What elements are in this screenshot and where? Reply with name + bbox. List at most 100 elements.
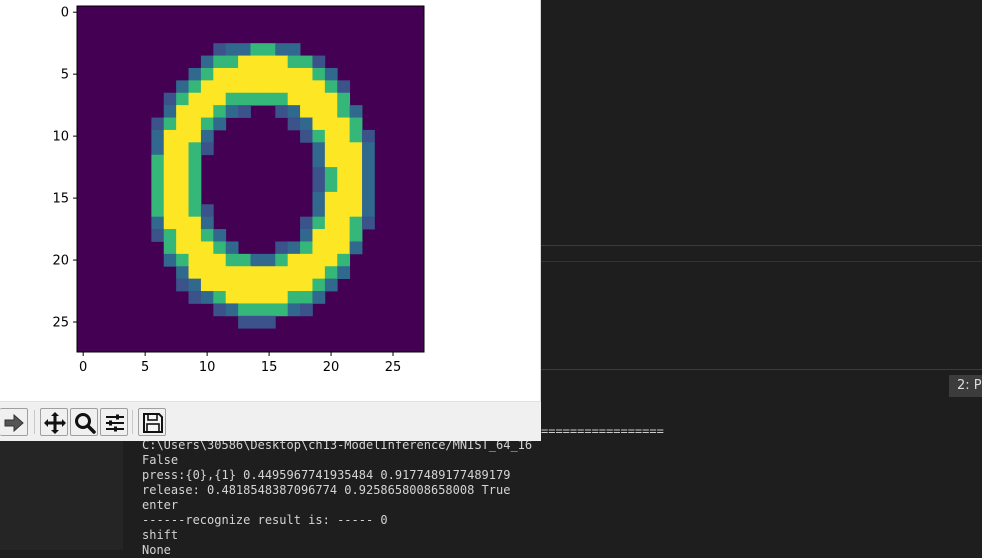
image-pixel	[312, 229, 326, 242]
image-pixel	[300, 278, 313, 292]
image-pixel	[200, 80, 214, 94]
image-pixel	[188, 167, 202, 180]
image-pixel	[188, 253, 202, 267]
image-pixel	[324, 216, 338, 230]
image-pixel	[176, 92, 189, 106]
image-pixel	[324, 229, 338, 242]
image-pixel	[238, 80, 251, 94]
image-pixel	[337, 253, 351, 267]
image-pixel	[188, 92, 202, 106]
image-pixel	[324, 80, 338, 94]
image-pixel	[250, 303, 264, 317]
image-pixel	[151, 216, 165, 230]
image-pixel	[312, 291, 326, 304]
terminal-line: enter	[142, 498, 179, 512]
image-pixel	[275, 55, 289, 69]
digit-image	[77, 6, 424, 352]
image-pixel	[337, 142, 351, 156]
image-pixel	[163, 204, 177, 218]
terminal-line: False	[142, 453, 179, 467]
save-button[interactable]	[138, 408, 166, 436]
image-pixel	[163, 92, 177, 106]
image-pixel	[349, 167, 363, 180]
image-pixel	[213, 253, 227, 267]
terminal-tab-python[interactable]: 2: Py	[949, 375, 982, 397]
image-pixel	[176, 167, 189, 180]
image-pixel	[176, 117, 189, 131]
pan-button[interactable]	[40, 408, 68, 436]
image-pixel	[200, 67, 214, 81]
image-pixel	[225, 291, 239, 304]
image-pixel	[349, 105, 363, 118]
image-pixel	[262, 266, 276, 280]
image-pixel	[200, 229, 214, 242]
image-pixel	[225, 105, 239, 118]
image-pixel	[188, 142, 202, 156]
x-tick-label: 10	[199, 360, 216, 375]
terminal-separator: =================	[541, 424, 664, 438]
image-pixel	[324, 204, 338, 218]
image-pixel	[188, 105, 202, 118]
image-pixel	[225, 55, 239, 69]
image-pixel	[349, 191, 363, 205]
image-pixel	[188, 266, 202, 280]
image-pixel	[275, 105, 289, 118]
image-pixel	[275, 253, 289, 267]
image-pixel	[225, 80, 239, 94]
y-tick-label: 0	[61, 6, 69, 21]
image-pixel	[362, 129, 375, 143]
image-pixel	[176, 129, 189, 143]
image-pixel	[362, 204, 375, 218]
image-pixel	[324, 179, 338, 193]
image-pixel	[213, 241, 227, 255]
image-pixel	[163, 117, 177, 131]
image-pixel	[200, 55, 214, 69]
image-pixel	[163, 154, 177, 168]
y-tick-label: 5	[61, 68, 69, 83]
zoom-button[interactable]	[70, 408, 98, 436]
image-pixel	[238, 105, 251, 118]
panel-divider	[541, 261, 982, 262]
image-pixel	[312, 253, 326, 267]
image-pixel	[213, 278, 227, 292]
toolbar-separator	[34, 410, 35, 434]
image-pixel	[250, 278, 264, 292]
image-pixel	[176, 229, 189, 242]
image-pixel	[275, 92, 289, 106]
image-pixel	[324, 67, 338, 81]
image-pixel	[163, 241, 177, 255]
image-pixel	[337, 167, 351, 180]
image-pixel	[300, 92, 313, 106]
image-pixel	[176, 80, 189, 94]
image-pixel	[163, 142, 177, 156]
image-pixel	[188, 117, 202, 131]
image-pixel	[287, 67, 301, 81]
image-pixel	[250, 315, 264, 329]
image-pixel	[238, 291, 251, 304]
figure-canvas[interactable]: 0 5 10 15 20 25 0 5 10 15 20 25	[0, 0, 541, 401]
image-pixel	[200, 105, 214, 118]
image-pixel	[262, 278, 276, 292]
image-pixel	[312, 55, 326, 69]
image-pixel	[200, 278, 214, 292]
image-pixel	[163, 253, 177, 267]
image-pixel	[176, 191, 189, 205]
image-pixel	[300, 229, 313, 242]
image-pixel	[349, 241, 363, 255]
image-pixel	[349, 154, 363, 168]
image-pixel	[337, 266, 351, 280]
image-pixel	[188, 216, 202, 230]
image-pixel	[324, 167, 338, 180]
image-pixel	[200, 117, 214, 131]
zoom-icon	[75, 413, 96, 434]
image-pixel	[312, 278, 326, 292]
image-pixel	[337, 129, 351, 143]
image-pixel	[213, 92, 227, 106]
forward-button[interactable]	[0, 408, 28, 436]
image-pixel	[300, 117, 313, 131]
configure-subplots-button[interactable]	[100, 408, 128, 436]
panel-divider	[541, 245, 982, 246]
image-pixel	[349, 216, 363, 230]
image-pixel	[250, 92, 264, 106]
image-pixel	[324, 154, 338, 168]
